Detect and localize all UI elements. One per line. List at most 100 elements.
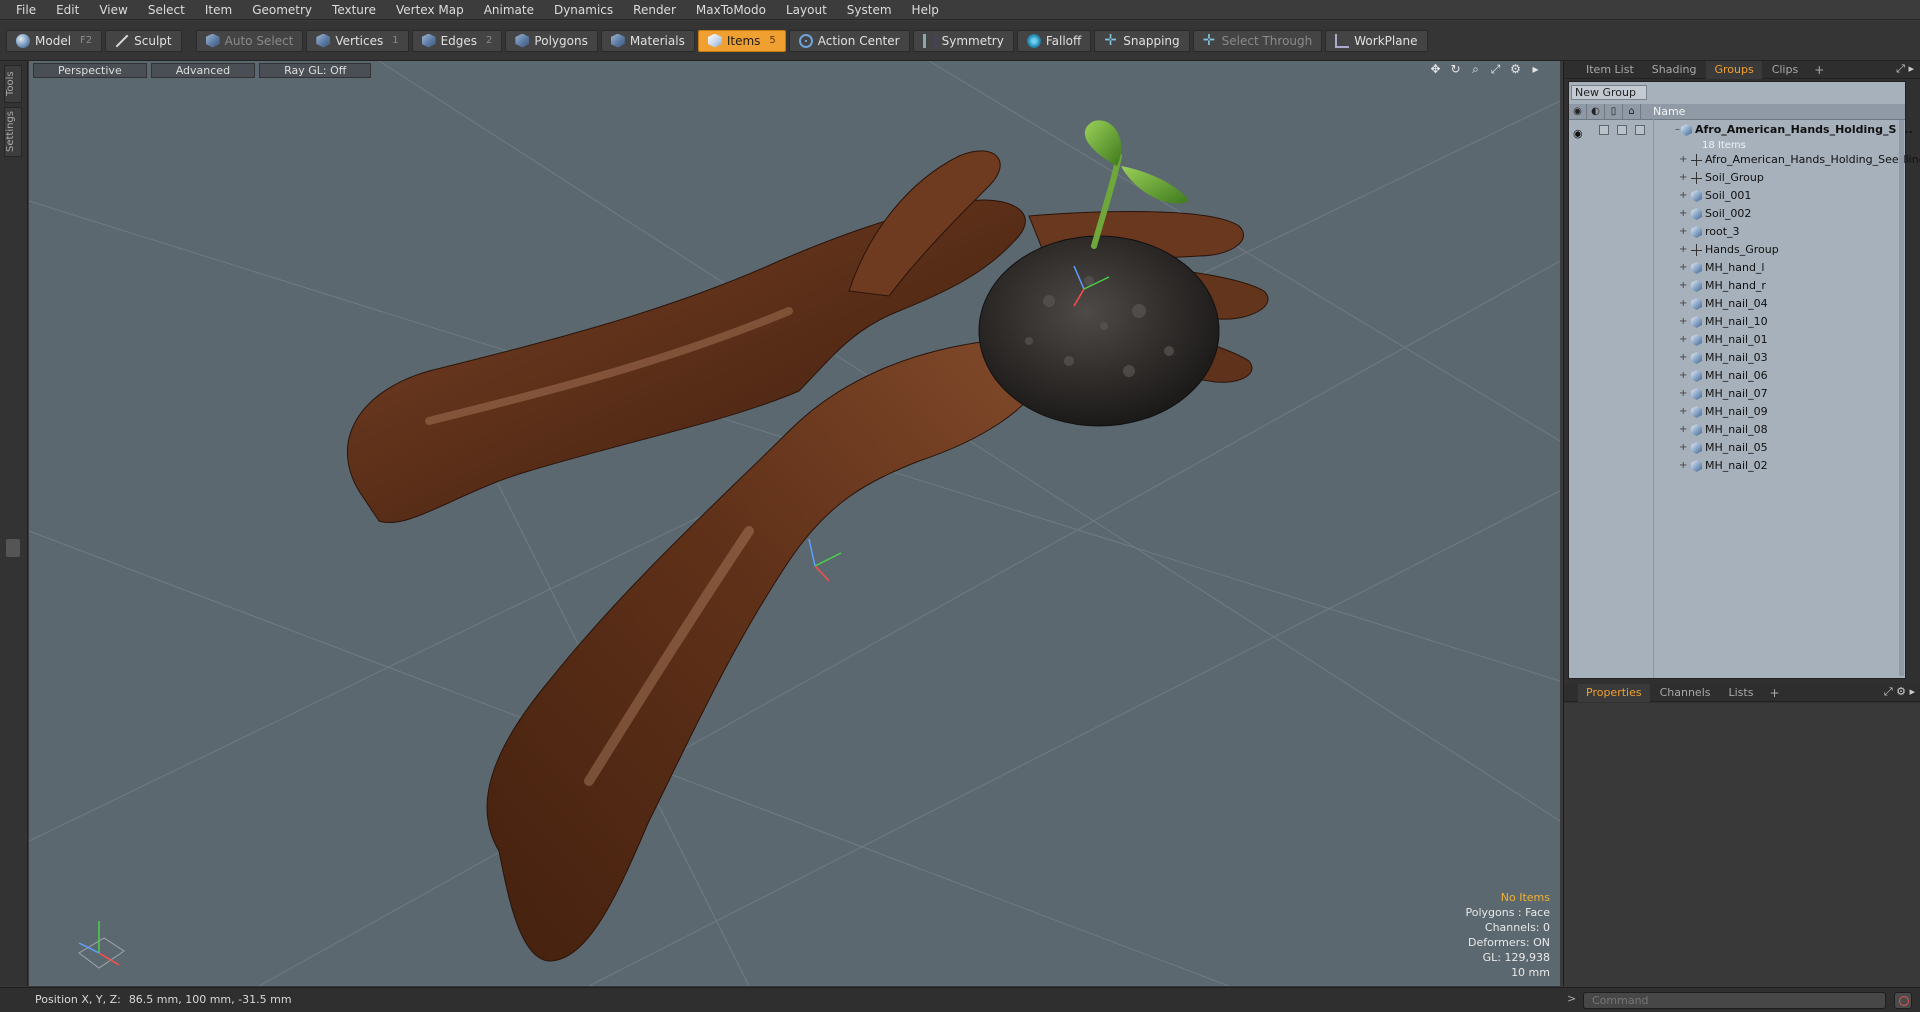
tab-properties[interactable]: Properties bbox=[1578, 683, 1650, 702]
right-panel: Item List Shading Groups Clips + ⤢ ▸ New… bbox=[1563, 60, 1920, 986]
group-item-row[interactable]: + MH_nail_10 bbox=[1569, 313, 1899, 331]
items-label: Items bbox=[726, 33, 761, 48]
group-item-row[interactable]: + MH_nail_03 bbox=[1569, 349, 1899, 367]
menu-view[interactable]: View bbox=[89, 0, 137, 20]
group-item-row[interactable]: + MH_nail_07 bbox=[1569, 385, 1899, 403]
name-column-header[interactable]: Name bbox=[1641, 105, 1685, 118]
tab-tools[interactable]: Tools bbox=[4, 65, 22, 103]
tab-settings[interactable]: Settings bbox=[4, 107, 22, 157]
eye-icon[interactable]: ◉ bbox=[1573, 125, 1583, 140]
viewport-tab-advanced[interactable]: Advanced bbox=[150, 63, 256, 78]
lock-toggle[interactable] bbox=[1617, 125, 1627, 135]
render-column-icon[interactable]: ◐ bbox=[1587, 103, 1605, 120]
tab-lists[interactable]: Lists bbox=[1721, 684, 1762, 702]
locator-icon bbox=[1691, 244, 1702, 256]
render-toggle[interactable] bbox=[1599, 125, 1609, 135]
menu-render[interactable]: Render bbox=[623, 0, 686, 20]
menu-texture[interactable]: Texture bbox=[322, 0, 386, 20]
collapse-arrow-icon[interactable]: – bbox=[1675, 121, 1680, 139]
new-group-button[interactable]: New Group bbox=[1571, 85, 1647, 100]
action-center-button[interactable]: Action Center bbox=[788, 29, 910, 52]
tab-clips[interactable]: Clips bbox=[1764, 61, 1807, 79]
menu-file[interactable]: File bbox=[6, 0, 46, 20]
panel-expand-icon[interactable]: ⤢ ▸ bbox=[1896, 62, 1914, 76]
tree-branch-icon: + bbox=[1679, 388, 1688, 399]
tab-groups[interactable]: Groups bbox=[1706, 60, 1762, 79]
command-record-button[interactable] bbox=[1894, 992, 1912, 1009]
command-history-arrow-icon[interactable]: > bbox=[1567, 992, 1576, 1005]
falloff-button[interactable]: Falloff bbox=[1016, 29, 1092, 52]
lock-column-icon[interactable]: ▯ bbox=[1605, 103, 1623, 120]
select-through-label: Select Through bbox=[1221, 33, 1313, 48]
tree-branch-icon: + bbox=[1679, 226, 1688, 237]
group-item-row[interactable]: + MH_nail_08 bbox=[1569, 421, 1899, 439]
tree-branch-icon: + bbox=[1679, 316, 1688, 327]
tab-item-list[interactable]: Item List bbox=[1578, 61, 1642, 79]
group-item-row[interactable]: + MH_nail_01 bbox=[1569, 331, 1899, 349]
pan-icon[interactable]: ✥ bbox=[1429, 63, 1442, 76]
items-mode-button[interactable]: Items 5 bbox=[697, 29, 786, 52]
snapping-button[interactable]: Snapping bbox=[1094, 29, 1190, 52]
zoom-icon[interactable]: ⌕ bbox=[1469, 63, 1482, 76]
menu-maxtomodo[interactable]: MaxToModo bbox=[686, 0, 776, 20]
select-through-button[interactable]: Select Through bbox=[1192, 29, 1323, 52]
materials-mode-button[interactable]: Materials bbox=[600, 29, 695, 52]
group-item-row[interactable]: + Afro_American_Hands_Holding_Seedling bbox=[1569, 151, 1920, 169]
group-item-row[interactable]: + Soil_Group bbox=[1569, 169, 1899, 187]
menu-geometry[interactable]: Geometry bbox=[242, 0, 322, 20]
maximize-icon[interactable]: ⤢ bbox=[1489, 63, 1502, 76]
viewport-tab-raygl[interactable]: Ray GL: Off bbox=[259, 63, 372, 78]
group-item-row[interactable]: + root_3 bbox=[1569, 223, 1899, 241]
group-item-row[interactable]: + Hands_Group bbox=[1569, 241, 1899, 259]
menu-system[interactable]: System bbox=[837, 0, 902, 20]
group-item-row[interactable]: + MH_nail_09 bbox=[1569, 403, 1899, 421]
group-item-row[interactable]: + MH_nail_02 bbox=[1569, 457, 1899, 475]
group-item-label: MH_hand_r bbox=[1705, 279, 1766, 292]
tab-channels[interactable]: Channels bbox=[1652, 684, 1719, 702]
select-toggle[interactable] bbox=[1635, 125, 1645, 135]
groups-list-area: New Group ◉ ◐ ▯ ⌂ Name ◉ – Afro_American_H… bbox=[1568, 81, 1920, 679]
menu-help[interactable]: Help bbox=[902, 0, 949, 20]
menu-edit[interactable]: Edit bbox=[46, 0, 89, 20]
menu-dynamics[interactable]: Dynamics bbox=[544, 0, 623, 20]
menu-vertex-map[interactable]: Vertex Map bbox=[386, 0, 474, 20]
sidebar-collapse-handle[interactable] bbox=[6, 539, 20, 557]
rotate-icon[interactable]: ↻ bbox=[1449, 63, 1462, 76]
sculpt-mode-button[interactable]: Sculpt bbox=[105, 29, 182, 52]
group-item-row[interactable]: + MH_hand_r bbox=[1569, 277, 1899, 295]
group-item-row[interactable]: + MH_nail_05 bbox=[1569, 439, 1899, 457]
auto-select-button[interactable]: Auto Select bbox=[195, 29, 304, 52]
menu-layout[interactable]: Layout bbox=[776, 0, 837, 20]
polygons-icon bbox=[515, 33, 530, 48]
polygons-mode-button[interactable]: Polygons bbox=[505, 29, 598, 52]
command-input[interactable] bbox=[1583, 992, 1886, 1009]
symmetry-icon bbox=[922, 33, 937, 48]
group-item-label: Afro_American_Hands_Holding_Seedling bbox=[1705, 153, 1920, 166]
menu-select[interactable]: Select bbox=[138, 0, 195, 20]
symmetry-button[interactable]: Symmetry bbox=[912, 29, 1014, 52]
viewport-scene bbox=[29, 61, 1560, 986]
workplane-button[interactable]: WorkPlane bbox=[1325, 29, 1428, 52]
visibility-column-icon[interactable]: ◉ bbox=[1569, 103, 1587, 120]
group-item-row[interactable]: + Soil_002 bbox=[1569, 205, 1899, 223]
group-item-row[interactable]: + MH_hand_l bbox=[1569, 259, 1899, 277]
viewport-settings-icon[interactable]: ⚙ bbox=[1509, 63, 1522, 76]
edges-mode-button[interactable]: Edges 2 bbox=[411, 29, 503, 52]
tab-shading[interactable]: Shading bbox=[1644, 61, 1705, 79]
menu-item[interactable]: Item bbox=[195, 0, 242, 20]
select-column-icon[interactable]: ⌂ bbox=[1623, 103, 1641, 120]
viewport-menu-arrow-icon[interactable]: ▸ bbox=[1529, 63, 1542, 76]
bottom-panel-expand-icon[interactable]: ⤢ ⚙ ▸ bbox=[1884, 685, 1915, 699]
group-item-row[interactable]: + Soil_001 bbox=[1569, 187, 1899, 205]
vertices-mode-button[interactable]: Vertices 1 bbox=[306, 29, 409, 52]
add-bottom-tab-icon[interactable]: + bbox=[1763, 686, 1785, 700]
group-item-row[interactable]: + MH_nail_06 bbox=[1569, 367, 1899, 385]
vertices-label: Vertices bbox=[335, 33, 384, 48]
3d-viewport[interactable]: Perspective Advanced Ray GL: Off ✥ ↻ ⌕ ⤢… bbox=[29, 61, 1560, 986]
group-item-row[interactable]: + MH_nail_04 bbox=[1569, 295, 1899, 313]
groups-scrollbar[interactable] bbox=[1899, 120, 1904, 676]
model-mode-button[interactable]: Model F2 bbox=[6, 29, 103, 52]
menu-animate[interactable]: Animate bbox=[474, 0, 544, 20]
viewport-tab-perspective[interactable]: Perspective bbox=[33, 63, 147, 78]
add-tab-icon[interactable]: + bbox=[1808, 63, 1830, 77]
